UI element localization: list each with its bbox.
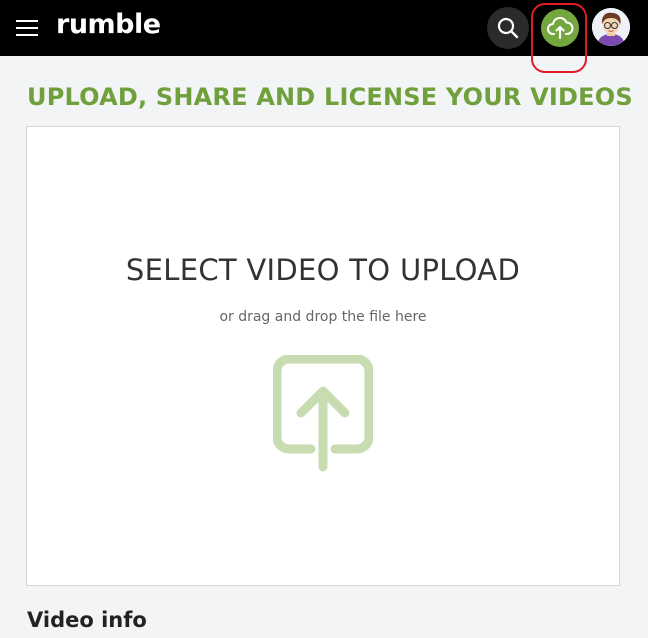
avatar-icon: [592, 8, 630, 46]
upload-video-button[interactable]: [541, 9, 579, 47]
upload-arrow-box-icon: [273, 355, 373, 472]
menu-line: [16, 34, 38, 36]
menu-line: [16, 20, 38, 22]
menu-line: [16, 27, 38, 29]
search-icon: [497, 17, 519, 39]
user-avatar[interactable]: [592, 8, 630, 46]
hamburger-menu-icon[interactable]: [16, 18, 38, 38]
dropzone-subtext: or drag and drop the file here: [219, 309, 427, 325]
video-dropzone[interactable]: SELECT VIDEO TO UPLOAD or drag and drop …: [26, 126, 620, 586]
top-navigation-bar: rumble: [0, 0, 648, 73]
page-title: UPLOAD, SHARE AND LICENSE YOUR VIDEOS: [27, 83, 633, 111]
dropzone-heading: SELECT VIDEO TO UPLOAD: [125, 253, 521, 287]
video-info-heading: Video info: [27, 608, 147, 632]
cloud-upload-icon: [547, 16, 574, 39]
search-button[interactable]: [487, 7, 529, 49]
rumble-logo[interactable]: rumble: [56, 9, 161, 40]
